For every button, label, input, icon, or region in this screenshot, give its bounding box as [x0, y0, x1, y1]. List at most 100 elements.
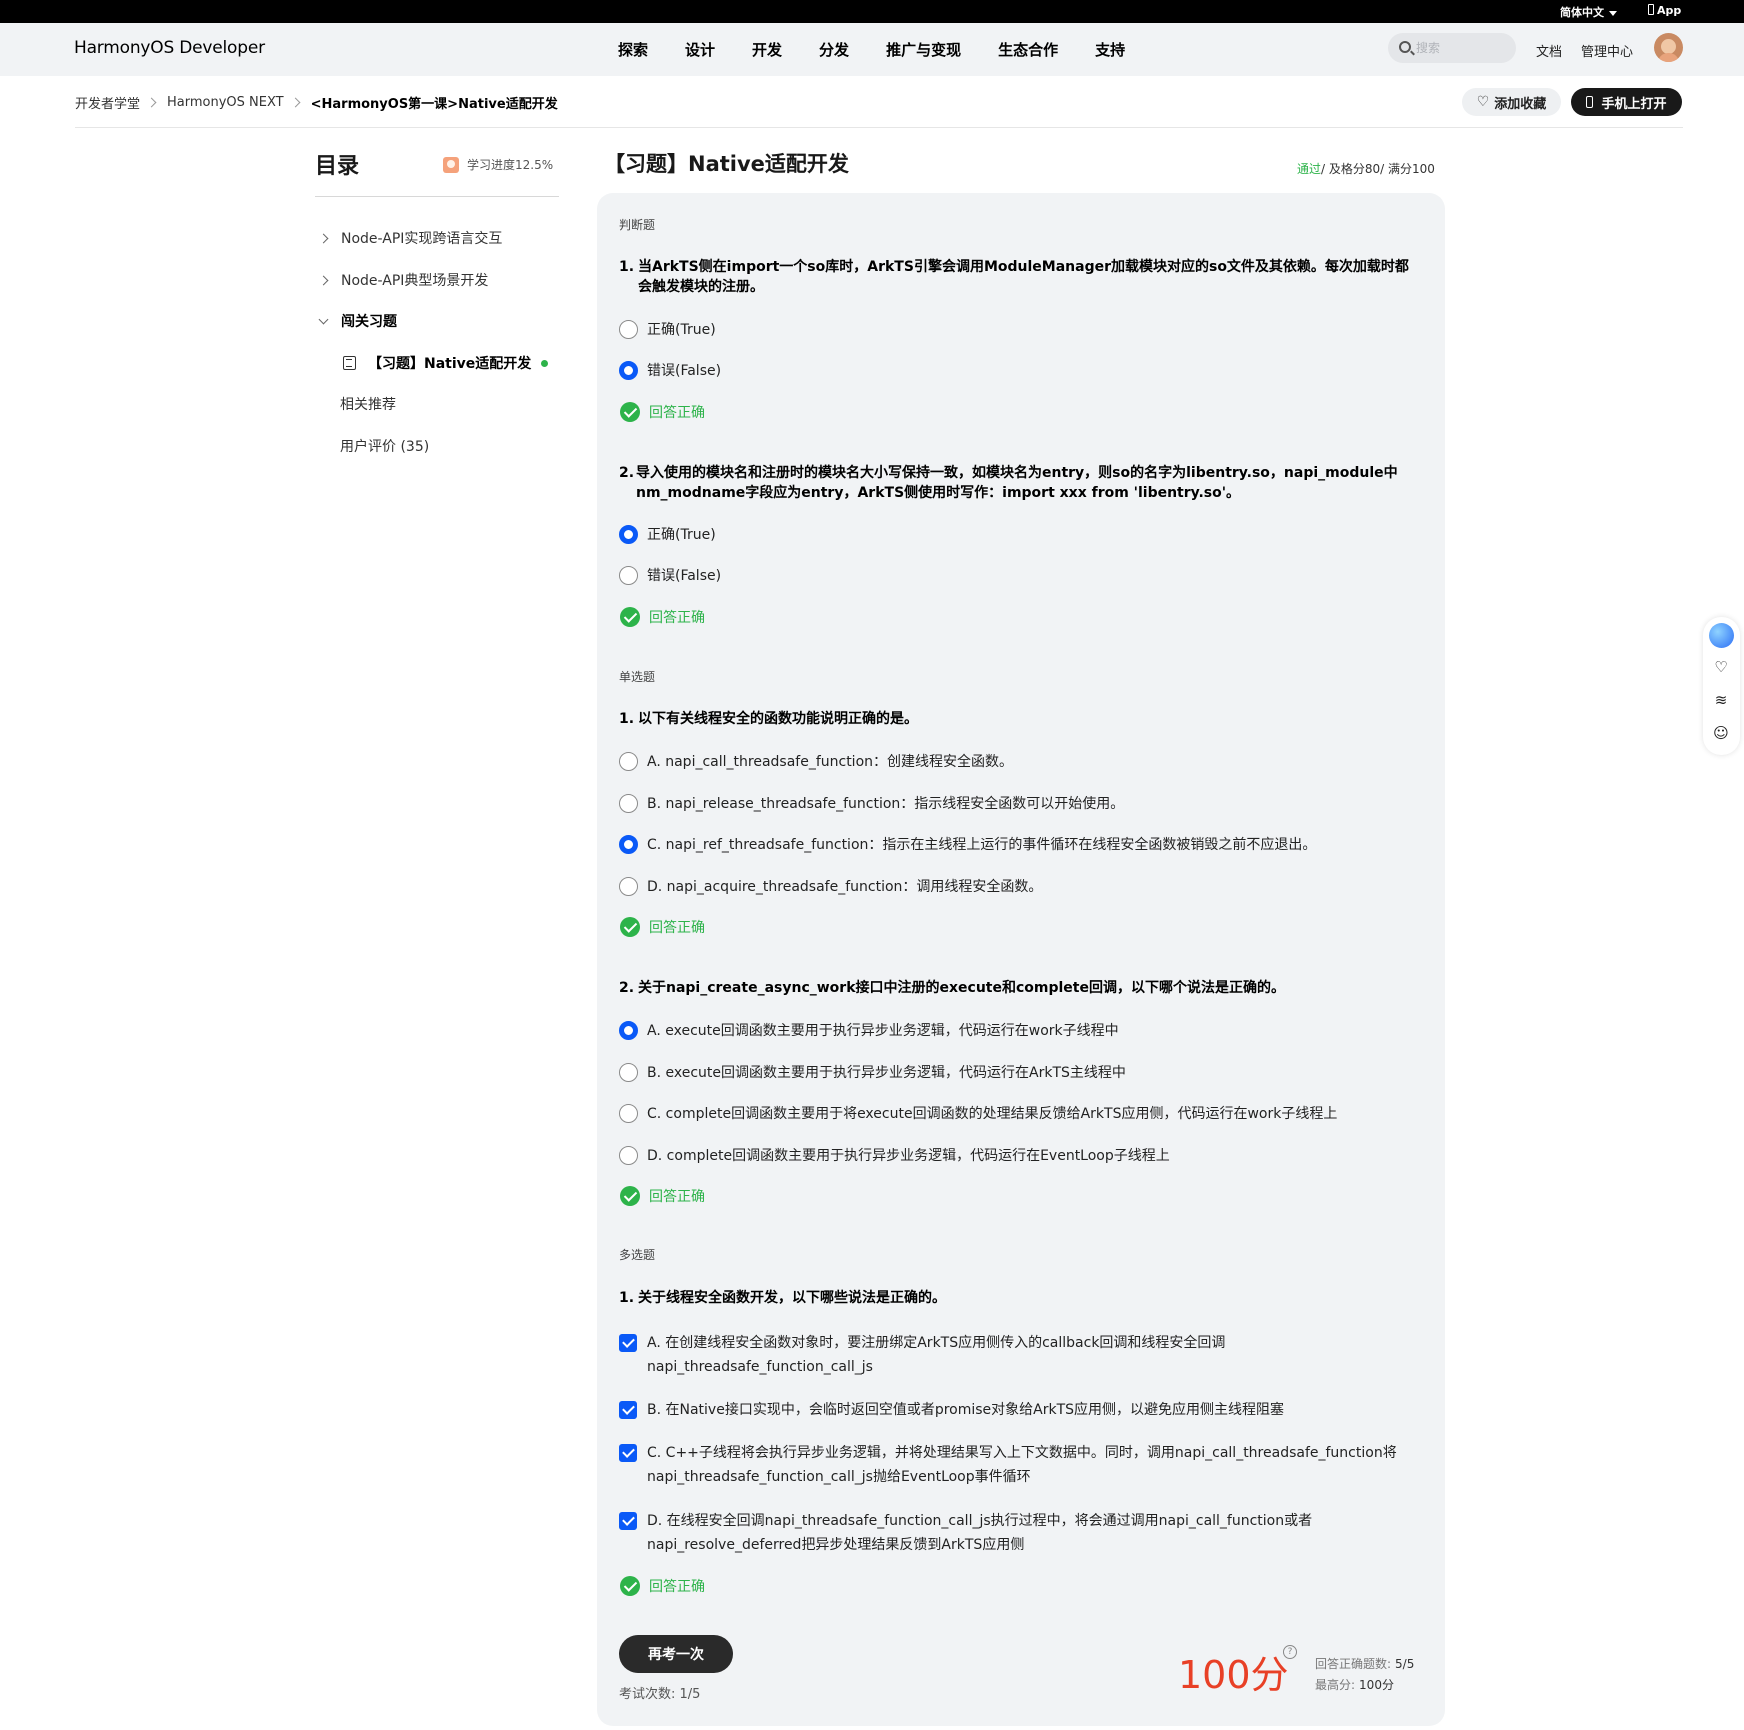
- section-true-false: 判断题: [619, 218, 656, 232]
- radio-button[interactable]: [619, 752, 638, 771]
- floating-toolbar: ♡ ≋ ☺: [1703, 617, 1740, 755]
- nav-distribute[interactable]: 分发: [819, 39, 849, 60]
- language-selector[interactable]: 简体中文: [1560, 4, 1617, 20]
- retake-button[interactable]: 再考一次: [619, 1635, 733, 1673]
- nav-ecosystem[interactable]: 生态合作: [998, 39, 1058, 60]
- radio-button[interactable]: [619, 877, 638, 896]
- option-radio[interactable]: 正确(True): [619, 318, 1419, 342]
- quiz-card: [597, 193, 1445, 1726]
- checkbox-checked[interactable]: [619, 1512, 637, 1530]
- console-link[interactable]: 管理中心: [1581, 41, 1633, 60]
- radio-button[interactable]: [619, 1063, 638, 1082]
- checkbox-checked[interactable]: [619, 1444, 637, 1462]
- option-radio[interactable]: C. complete回调函数主要用于将execute回调函数的处理结果反馈给A…: [619, 1102, 1419, 1126]
- option-checkbox[interactable]: A. 在创建线程安全函数对象时，要注册绑定ArkTS应用侧传入的callback…: [619, 1331, 1419, 1379]
- divider: [315, 196, 559, 197]
- option-radio[interactable]: 正确(True): [619, 523, 1419, 547]
- checkbox-checked[interactable]: [619, 1334, 637, 1352]
- chevron-right-icon: [318, 275, 329, 285]
- check-circle-icon: [620, 607, 640, 627]
- section-multiple-choice: 多选题: [619, 1248, 656, 1262]
- breadcrumb-item[interactable]: HarmonyOS NEXT: [167, 95, 284, 110]
- toc-item-node-api-interop[interactable]: Node-API实现跨语言交互: [318, 228, 502, 248]
- answer-correct: 回答正确: [620, 1576, 705, 1596]
- radio-button[interactable]: [619, 794, 638, 813]
- question-text: 1. 以下有关线程安全的函数功能说明正确的是。: [619, 711, 918, 727]
- option-radio[interactable]: D. napi_acquire_threadsafe_function：调用线程…: [619, 875, 1419, 899]
- breadcrumb-item[interactable]: 开发者学堂: [75, 93, 140, 112]
- option-radio[interactable]: B. execute回调函数主要用于执行异步业务逻辑，代码运行在ArkTS主线程…: [619, 1061, 1419, 1085]
- phone-icon: [1648, 4, 1654, 15]
- answer-correct: 回答正确: [620, 402, 705, 422]
- layers-icon[interactable]: ≋: [1712, 691, 1730, 709]
- docs-link[interactable]: 文档: [1536, 41, 1562, 60]
- checkbox-checked[interactable]: [619, 1401, 637, 1419]
- chevron-right-icon: [146, 97, 157, 108]
- option-radio[interactable]: D. complete回调函数主要用于执行异步业务逻辑，代码运行在EventLo…: [619, 1144, 1419, 1168]
- question-text: 2. 导入使用的模块名和注册时的模块名大小写保持一致，如模块名为entry，则so…: [619, 465, 1398, 501]
- chevron-down-icon: [318, 314, 329, 324]
- open-on-phone-button[interactable]: 手机上打开: [1571, 88, 1682, 116]
- option-checkbox[interactable]: B. 在Native接口实现中，会临时返回空值或者promise对象给ArkTS…: [619, 1398, 1419, 1422]
- toc-item-node-api-scenarios[interactable]: Node-API典型场景开发: [318, 270, 488, 290]
- check-circle-icon: [620, 402, 640, 422]
- ai-assistant-icon[interactable]: [1709, 623, 1734, 648]
- radio-button[interactable]: [619, 320, 638, 339]
- check-circle-icon: [620, 917, 640, 937]
- option-checkbox[interactable]: C. C++子线程将会执行异步业务逻辑，并将处理结果写入上下文数据中。同时，调用…: [619, 1441, 1419, 1489]
- logo[interactable]: HarmonyOS Developer: [74, 38, 265, 58]
- heart-icon: ♡: [1476, 94, 1490, 110]
- section-single-choice: 单选题: [619, 670, 656, 684]
- toc-item-recommendations[interactable]: 相关推荐: [340, 394, 396, 414]
- radio-button-selected[interactable]: [619, 525, 638, 544]
- feedback-icon[interactable]: ♡: [1712, 658, 1730, 676]
- nav-support[interactable]: 支持: [1095, 39, 1125, 60]
- add-favorite-button[interactable]: ♡ 添加收藏: [1462, 88, 1561, 116]
- nav-develop[interactable]: 开发: [752, 39, 782, 60]
- completed-dot: [541, 359, 549, 367]
- radio-button-selected[interactable]: [619, 361, 638, 380]
- option-radio[interactable]: A. napi_call_threadsafe_function：创建线程安全函…: [619, 750, 1419, 774]
- question-text: 1. 关于线程安全函数开发，以下哪些说法是正确的。: [619, 1290, 946, 1306]
- pass-status: 通过/ 及格分80/ 满分100: [1297, 162, 1435, 176]
- best-score: 最高分: 100分: [1315, 1678, 1394, 1692]
- site-header: HarmonyOS Developer 探索 设计 开发 分发 推广与变现 生态…: [0, 23, 1744, 76]
- option-radio[interactable]: A. execute回调函数主要用于执行异步业务逻辑，代码运行在work子线程中: [619, 1019, 1419, 1043]
- document-icon: [343, 356, 356, 370]
- question-text: 2. 关于napi_create_async_work接口中注册的execute和…: [619, 980, 1285, 996]
- smiley-icon[interactable]: ☺: [1712, 724, 1730, 742]
- nav-promote[interactable]: 推广与变现: [886, 39, 961, 60]
- radio-button[interactable]: [619, 1146, 638, 1165]
- radio-button-selected[interactable]: [619, 835, 638, 854]
- toc-item-reviews[interactable]: 用户评价 (35): [340, 436, 429, 456]
- answer-correct: 回答正确: [620, 917, 705, 937]
- correct-count: 回答正确题数: 5/5: [1315, 1657, 1415, 1671]
- breadcrumb-current: <HarmonyOS第一课>Native适配开发: [310, 97, 558, 112]
- phone-icon: [1586, 96, 1594, 108]
- avatar[interactable]: [1654, 33, 1683, 62]
- help-icon[interactable]: ?: [1283, 1645, 1297, 1659]
- radio-button[interactable]: [619, 1104, 638, 1123]
- check-circle-icon: [620, 1186, 640, 1206]
- chevron-right-icon: [318, 233, 329, 243]
- chevron-right-icon: [290, 97, 301, 108]
- radio-button-selected[interactable]: [619, 1021, 638, 1040]
- learning-progress: 学习进度12.5%: [443, 156, 553, 173]
- option-radio[interactable]: B. napi_release_threadsafe_function：指示线程…: [619, 792, 1419, 816]
- radio-button[interactable]: [619, 566, 638, 585]
- answer-correct: 回答正确: [620, 1186, 705, 1206]
- option-radio[interactable]: 错误(False): [619, 564, 1419, 588]
- option-radio[interactable]: C. napi_ref_threadsafe_function：指示在主线程上运…: [619, 833, 1419, 857]
- search-box[interactable]: [1388, 33, 1516, 63]
- check-circle-icon: [620, 1576, 640, 1596]
- option-radio[interactable]: 错误(False): [619, 359, 1419, 383]
- toc-item-native-exercise[interactable]: 【习题】Native适配开发: [343, 353, 549, 373]
- toc-item-exercises[interactable]: 闯关习题: [318, 311, 397, 331]
- option-checkbox[interactable]: D. 在线程安全回调napi_threadsafe_function_call_…: [619, 1509, 1419, 1557]
- app-link[interactable]: App: [1648, 4, 1681, 17]
- medal-icon: [443, 156, 459, 173]
- top-strip: 简体中文 App: [0, 0, 1744, 23]
- nav-explore[interactable]: 探索: [618, 39, 648, 60]
- search-input[interactable]: [1416, 39, 1506, 57]
- nav-design[interactable]: 设计: [685, 39, 715, 60]
